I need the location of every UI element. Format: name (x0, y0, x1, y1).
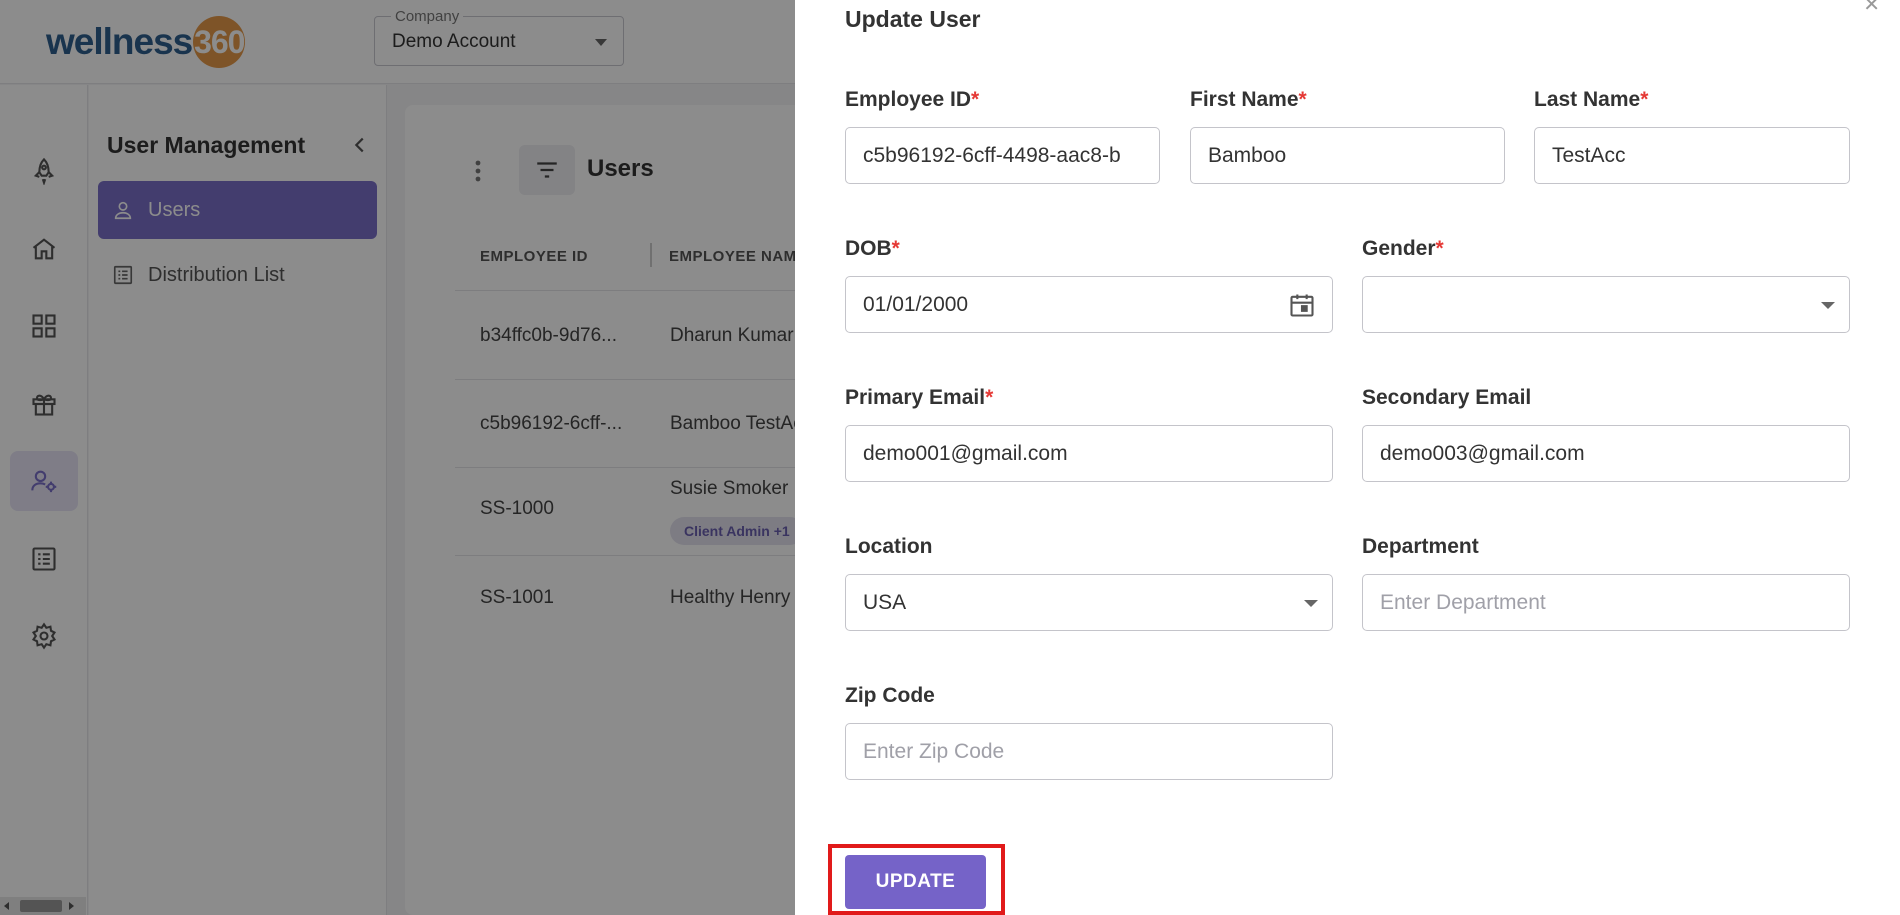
update-user-drawer: Update User ✕ Employee ID* c5b96192-6cff… (795, 0, 1900, 915)
primary-email-label: Primary Email* (845, 386, 994, 409)
secondary-email-label: Secondary Email (1362, 386, 1532, 409)
chevron-down-icon (1304, 600, 1318, 607)
department-input[interactable] (1380, 590, 1849, 615)
required-marker: * (971, 88, 980, 111)
secondary-email-value: demo003@gmail.com (1380, 441, 1585, 465)
last-name-label: Last Name* (1534, 88, 1649, 111)
first-name-label: First Name* (1190, 88, 1307, 111)
dob-field[interactable]: 01/01/2000 (845, 276, 1333, 333)
first-name-field[interactable]: Bamboo (1190, 127, 1505, 184)
location-value: USA (863, 590, 907, 614)
department-field[interactable] (1362, 574, 1850, 631)
gender-select[interactable] (1362, 276, 1850, 333)
dob-value: 01/01/2000 (863, 292, 969, 316)
department-label: Department (1362, 535, 1479, 558)
gender-label: Gender* (1362, 237, 1444, 260)
calendar-icon[interactable] (1288, 291, 1316, 319)
last-name-value: TestAcc (1552, 143, 1626, 167)
required-marker: * (891, 237, 900, 260)
update-button[interactable]: UPDATE (845, 855, 986, 909)
employee-id-label: Employee ID* (845, 88, 980, 111)
required-marker: * (985, 386, 994, 409)
last-name-field[interactable]: TestAcc (1534, 127, 1850, 184)
required-marker: * (1298, 88, 1307, 111)
primary-email-field[interactable]: demo001@gmail.com (845, 425, 1333, 482)
dob-label: DOB* (845, 237, 900, 260)
employee-id-value: c5b96192-6cff-4498-aac8-b (863, 143, 1121, 167)
required-marker: * (1435, 237, 1444, 260)
location-label: Location (845, 535, 933, 558)
location-select[interactable]: USA (845, 574, 1333, 631)
close-icon[interactable]: ✕ (1863, 0, 1880, 17)
zip-code-field[interactable] (845, 723, 1333, 780)
employee-id-field[interactable]: c5b96192-6cff-4498-aac8-b (845, 127, 1160, 184)
primary-email-value: demo001@gmail.com (863, 441, 1068, 465)
secondary-email-field[interactable]: demo003@gmail.com (1362, 425, 1850, 482)
required-marker: * (1640, 88, 1649, 111)
drawer-title: Update User (845, 6, 981, 32)
zip-code-input[interactable] (863, 739, 1332, 764)
chevron-down-icon (1821, 302, 1835, 309)
first-name-value: Bamboo (1208, 143, 1287, 167)
zip-code-label: Zip Code (845, 684, 935, 707)
